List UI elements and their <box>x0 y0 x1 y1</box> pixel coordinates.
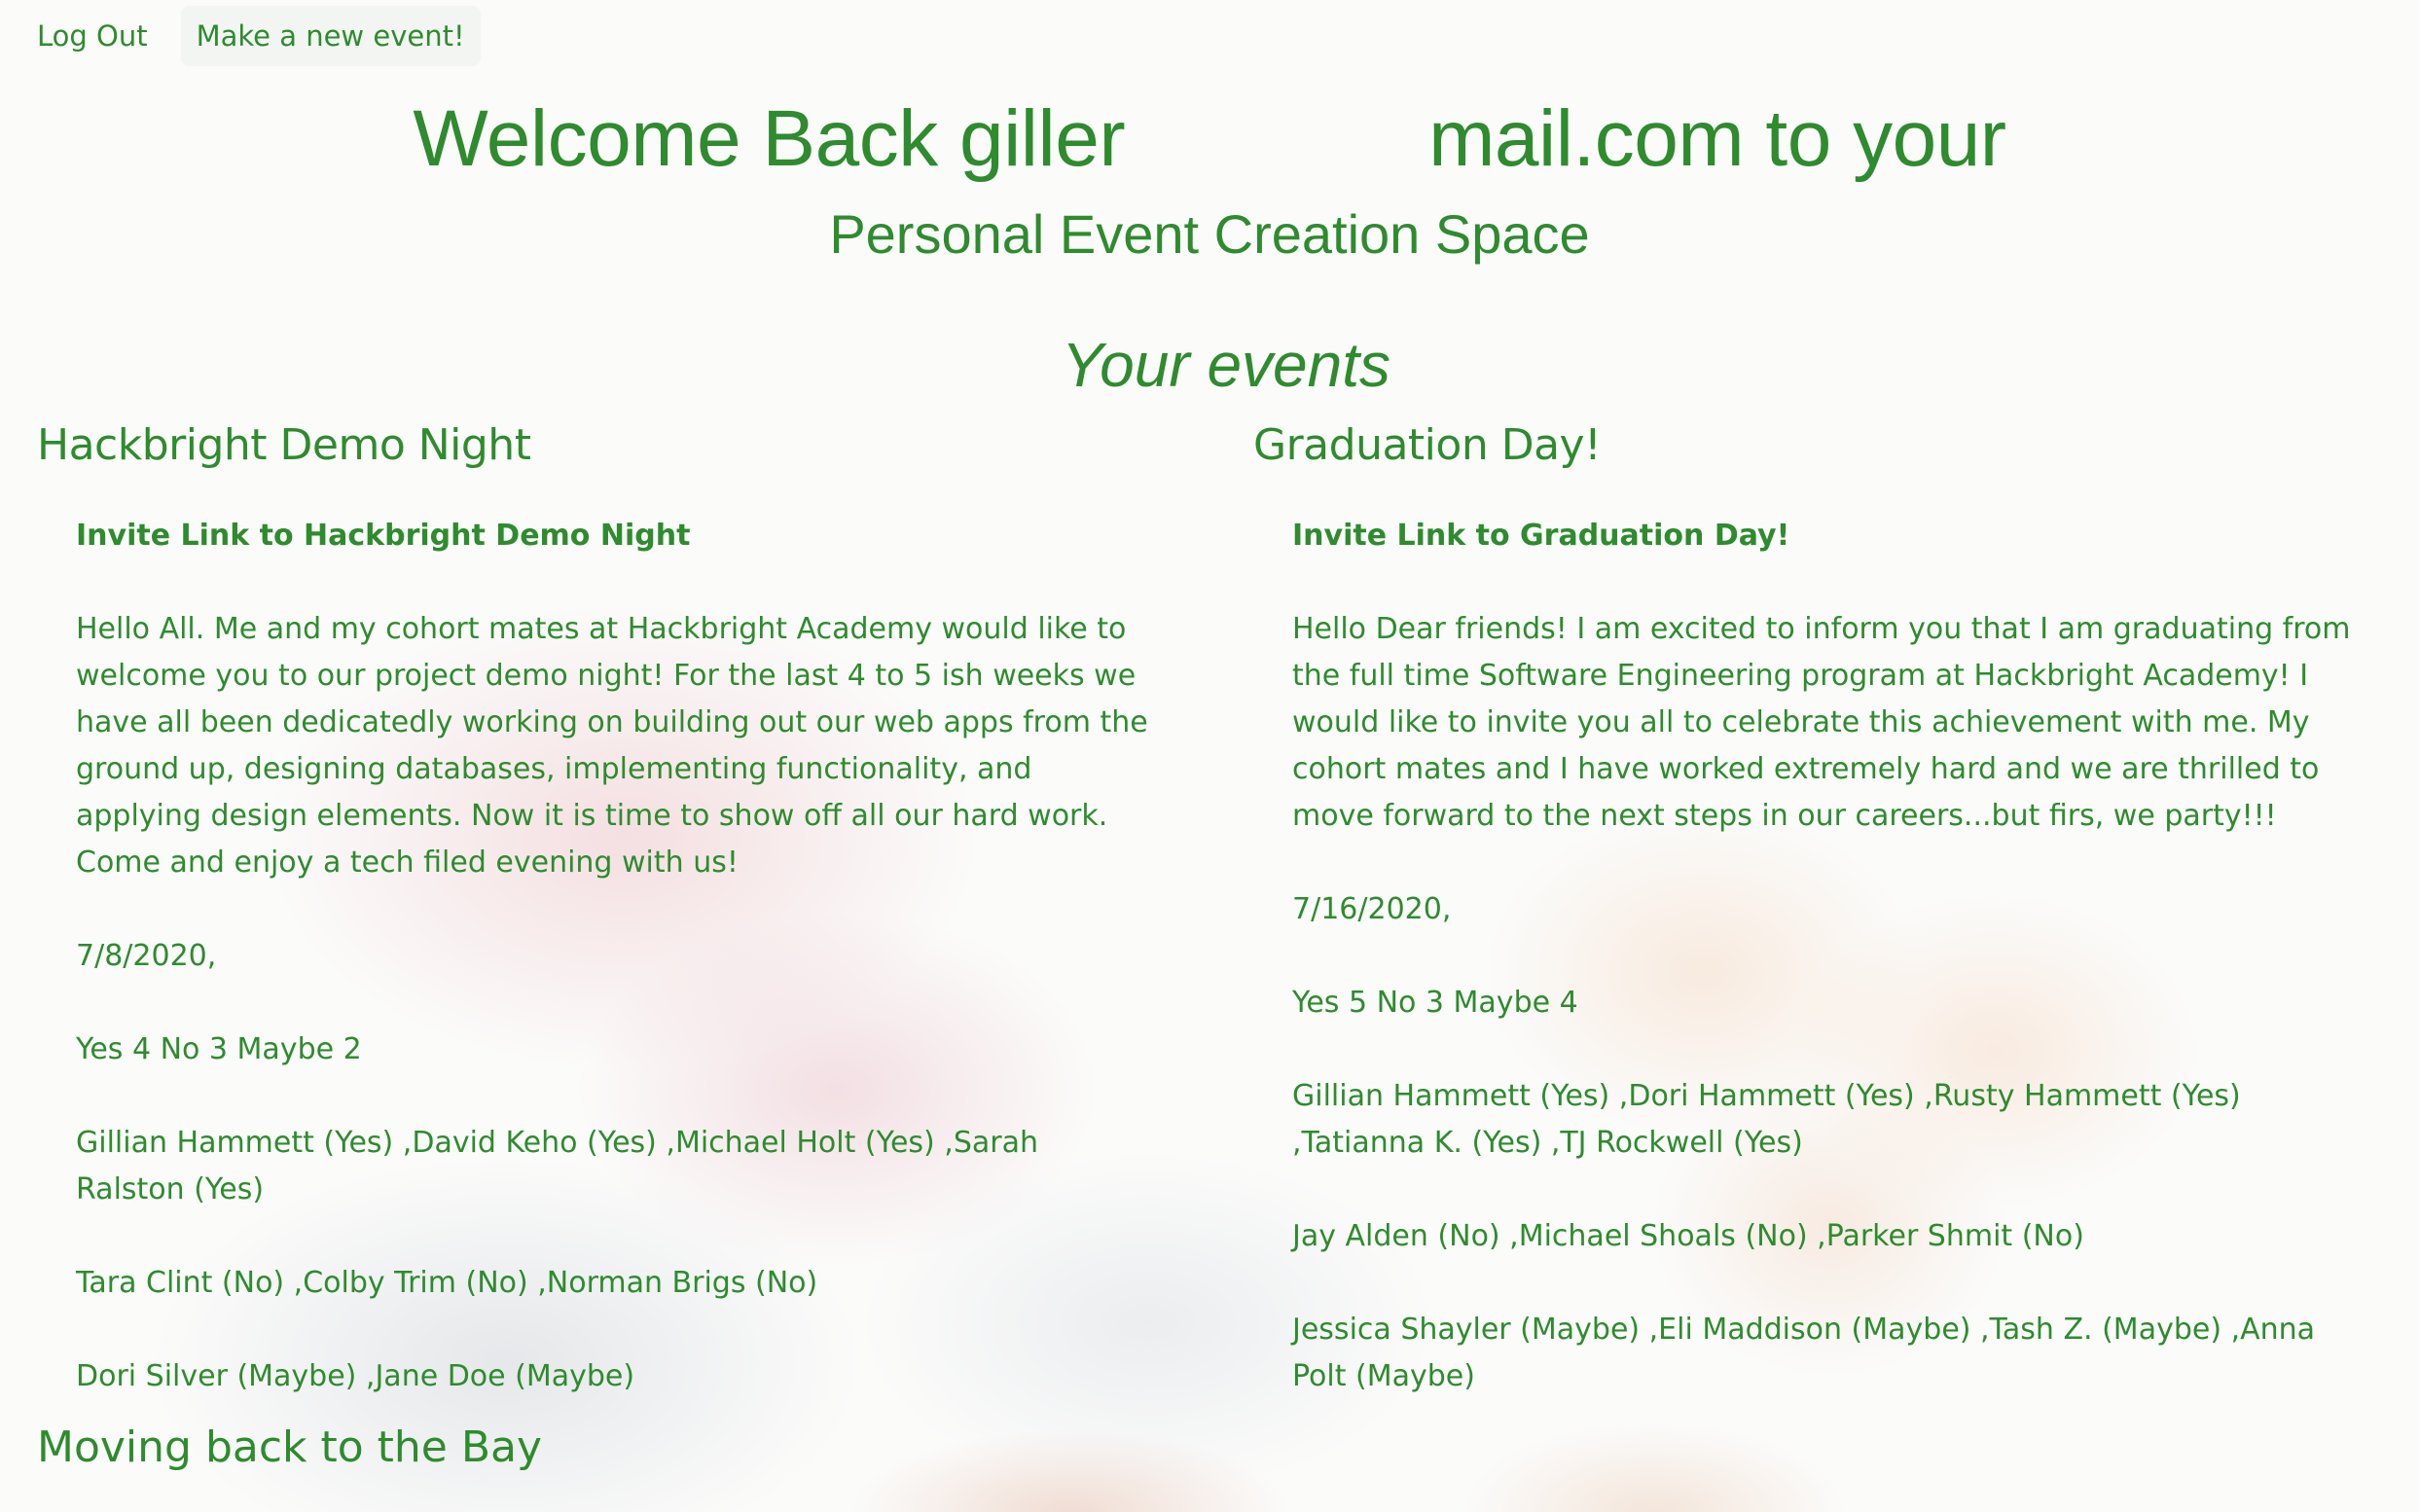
rsvp-yes-list: Gillian Hammett (Yes) ,David Keho (Yes) … <box>76 1126 1038 1206</box>
event-date: 7/8/2020, <box>76 939 217 973</box>
event-title: Hackbright Demo Night <box>37 420 531 470</box>
top-nav: Log Out Make a new event! <box>21 6 481 66</box>
invite-link[interactable]: Invite Link to Hackbright Demo Night <box>76 513 1156 559</box>
rsvp-maybe-list: Jessica Shayler (Maybe) ,Eli Maddison (M… <box>1292 1313 2316 1393</box>
your-events-heading: Your events <box>1062 330 1390 400</box>
event-card-graduation-day: Graduation Day! Invite Link to Graduatio… <box>1253 420 2372 1400</box>
event-date: 7/16/2020, <box>1292 892 1452 926</box>
event-title: Graduation Day! <box>1253 420 1602 470</box>
event-title-moving-back: Moving back to the Bay <box>37 1422 543 1472</box>
welcome-heading: Welcome Back giller mail.com to your <box>413 94 2006 183</box>
event-description: Hello Dear friends! I am excited to info… <box>1292 612 2351 833</box>
event-body: Invite Link to Hackbright Demo Night Hel… <box>37 513 1156 1400</box>
event-card-demo-night: Hackbright Demo Night Invite Link to Hac… <box>37 420 1156 1400</box>
rsvp-no-list: Tara Clint (No) ,Colby Trim (No) ,Norman… <box>76 1266 818 1300</box>
page-subtitle: Personal Event Creation Space <box>829 203 1590 265</box>
event-description: Hello All. Me and my cohort mates at Hac… <box>76 612 1148 880</box>
event-body: Invite Link to Graduation Day! Hello Dea… <box>1253 513 2372 1400</box>
rsvp-yes-list: Gillian Hammett (Yes) ,Dori Hammett (Yes… <box>1292 1079 2241 1160</box>
invite-link[interactable]: Invite Link to Graduation Day! <box>1292 513 2372 559</box>
rsvp-no-list: Jay Alden (No) ,Michael Shoals (No) ,Par… <box>1292 1219 2084 1253</box>
rsvp-maybe-list: Dori Silver (Maybe) ,Jane Doe (Maybe) <box>76 1359 635 1393</box>
rsvp-counts: Yes 5 No 3 Maybe 4 <box>1292 986 1578 1020</box>
rsvp-counts: Yes 4 No 3 Maybe 2 <box>76 1032 362 1066</box>
logout-button[interactable]: Log Out <box>21 6 163 66</box>
new-event-button[interactable]: Make a new event! <box>180 6 481 66</box>
